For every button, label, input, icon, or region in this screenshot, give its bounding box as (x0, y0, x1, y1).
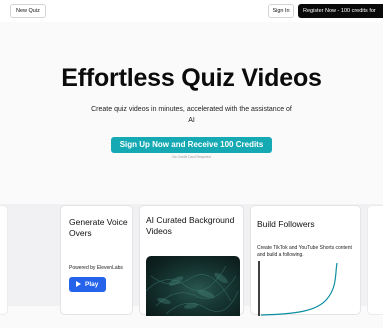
cta-note: No Credit Card Required (172, 155, 211, 159)
new-quiz-button[interactable]: New Quiz (10, 4, 46, 18)
growth-curve (260, 262, 338, 316)
background-video-preview[interactable] (146, 256, 240, 316)
play-button[interactable]: Play (69, 277, 106, 292)
feature-card-title: Generate Voice Overs (69, 217, 128, 238)
feature-card-title: Build Followers (257, 219, 315, 229)
feature-card-voice-overs: Generate Voice Overs Powered by ElevenLa… (60, 205, 133, 315)
feature-card-background-videos: AI Curated Background Videos (139, 205, 244, 316)
growth-chart-graphic (258, 261, 338, 316)
feature-card-partial-left (0, 205, 8, 315)
hero-subtitle: Create quiz videos in minutes, accelerat… (91, 106, 292, 124)
signup-cta-button[interactable]: Sign Up Now and Receive 100 Credits (111, 137, 272, 153)
feature-card-description: Create TikTok and YouTube Shorts content… (257, 245, 352, 258)
feature-card-title: AI Curated Background Videos (146, 215, 235, 236)
sign-in-button[interactable]: Sign In (268, 4, 294, 18)
foliage-image (146, 265, 239, 315)
top-navbar: New Quiz Sign In Register Now - 100 cred… (0, 0, 383, 22)
feature-card-build-followers: Build Followers Create TikTok and YouTub… (250, 205, 361, 316)
hero-title: Effortless Quiz Videos (61, 64, 322, 92)
register-button[interactable]: Register Now - 100 credits for (298, 4, 383, 18)
play-button-label: Play (85, 281, 99, 288)
feature-card-description: Powered by ElevenLabs (69, 265, 123, 271)
play-icon (76, 281, 81, 287)
feature-card-partial-right (367, 205, 383, 315)
